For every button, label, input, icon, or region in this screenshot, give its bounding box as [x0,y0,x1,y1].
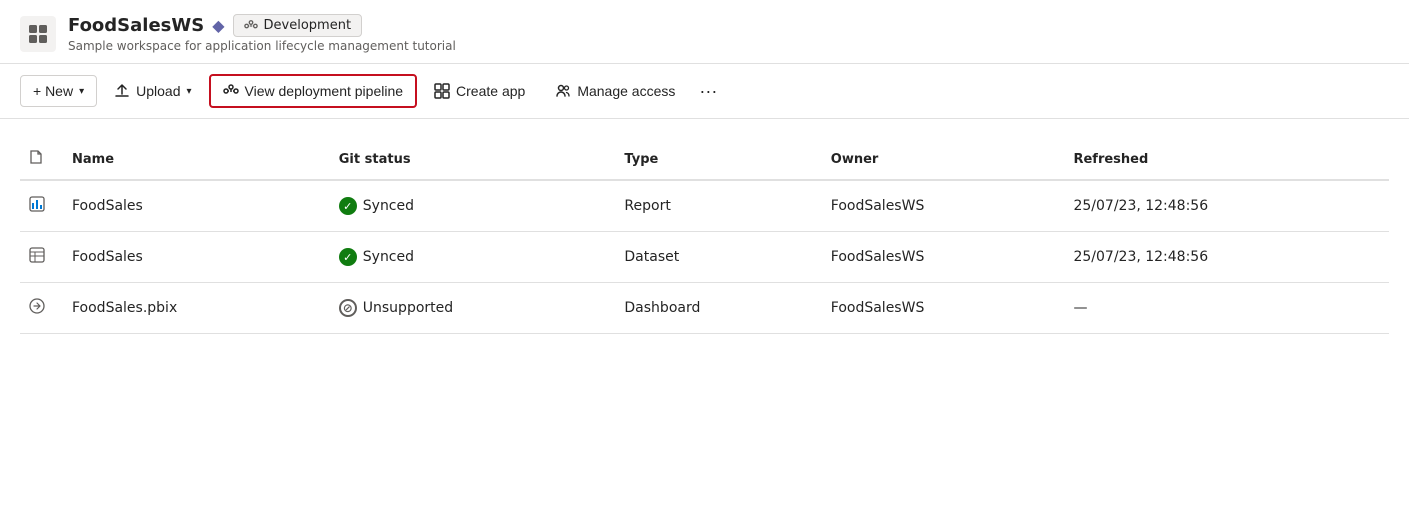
row-owner: FoodSalesWS [819,283,1062,334]
create-app-label: Create app [456,83,525,99]
file-header-icon [28,149,44,165]
new-button-label: + New [33,83,73,99]
col-icon [20,139,60,180]
dataset-icon [28,246,46,264]
row-owner: FoodSalesWS [819,232,1062,283]
badge-label: Development [264,18,352,33]
new-button[interactable]: + New ▾ [20,75,97,107]
row-name[interactable]: FoodSales [60,180,327,232]
create-app-button[interactable]: Create app [421,75,538,107]
table-row[interactable]: FoodSales ✓ Synced ReportFoodSalesWS25/07/2… [20,180,1389,232]
row-type: Report [612,180,818,232]
pbix-icon [28,297,46,315]
items-table: Name Git status Type Owner Refreshed Foo… [20,139,1389,334]
git-status-text: Unsupported [363,300,453,316]
upload-icon [114,83,130,99]
synced-icon: ✓ [339,197,357,215]
row-name[interactable]: FoodSales.pbix [60,283,327,334]
more-icon: ··· [699,81,717,102]
row-refreshed: 25/07/23, 12:48:56 [1061,232,1389,283]
diamond-icon: ◆ [212,16,224,35]
row-git-status: ✓ Synced [327,232,613,283]
workspace-subtitle: Sample workspace for application lifecyc… [68,39,456,53]
page-header: FoodSalesWS ◆ Development Sample workspa… [0,0,1409,64]
row-icon [20,180,60,232]
row-refreshed: — [1061,283,1389,334]
workspace-avatar [20,16,56,52]
row-git-status: ⊘ Unsupported [327,283,613,334]
toolbar: + New ▾ Upload ▾ View deployment pipelin… [0,64,1409,119]
git-status-text: Synced [363,198,414,214]
row-type: Dashboard [612,283,818,334]
upload-button-label: Upload [136,83,180,99]
upload-button[interactable]: Upload ▾ [101,75,204,107]
pipeline-icon [223,83,239,99]
unsupported-icon: ⊘ [339,299,357,317]
row-git-status: ✓ Synced [327,180,613,232]
row-name[interactable]: FoodSales [60,232,327,283]
view-pipeline-button[interactable]: View deployment pipeline [209,74,418,108]
create-app-icon [434,83,450,99]
row-type: Dataset [612,232,818,283]
row-owner: FoodSalesWS [819,180,1062,232]
workspace-title-block: FoodSalesWS ◆ Development Sample workspa… [68,14,456,53]
manage-access-button[interactable]: Manage access [542,75,688,107]
col-refreshed-header: Refreshed [1061,139,1389,180]
view-pipeline-label: View deployment pipeline [245,83,404,99]
new-chevron-icon: ▾ [79,86,84,97]
row-icon [20,232,60,283]
pipeline-badge-icon [244,19,258,33]
col-type-header: Type [612,139,818,180]
report-icon [28,195,46,213]
upload-chevron-icon: ▾ [186,86,191,97]
table-row[interactable]: FoodSales.pbix ⊘ Unsupported DashboardFoodS… [20,283,1389,334]
content-area: Name Git status Type Owner Refreshed Foo… [0,119,1409,334]
table-header-row: Name Git status Type Owner Refreshed [20,139,1389,180]
col-git-status-header: Git status [327,139,613,180]
table-row[interactable]: FoodSales ✓ Synced DatasetFoodSalesWS25/07/… [20,232,1389,283]
manage-access-label: Manage access [577,83,675,99]
row-icon [20,283,60,334]
col-name-header: Name [60,139,327,180]
git-status-text: Synced [363,249,414,265]
more-options-button[interactable]: ··· [692,75,724,107]
workspace-name: FoodSalesWS [68,15,204,36]
manage-access-icon [555,83,571,99]
col-owner-header: Owner [819,139,1062,180]
synced-icon: ✓ [339,248,357,266]
development-badge[interactable]: Development [233,14,363,37]
row-refreshed: 25/07/23, 12:48:56 [1061,180,1389,232]
